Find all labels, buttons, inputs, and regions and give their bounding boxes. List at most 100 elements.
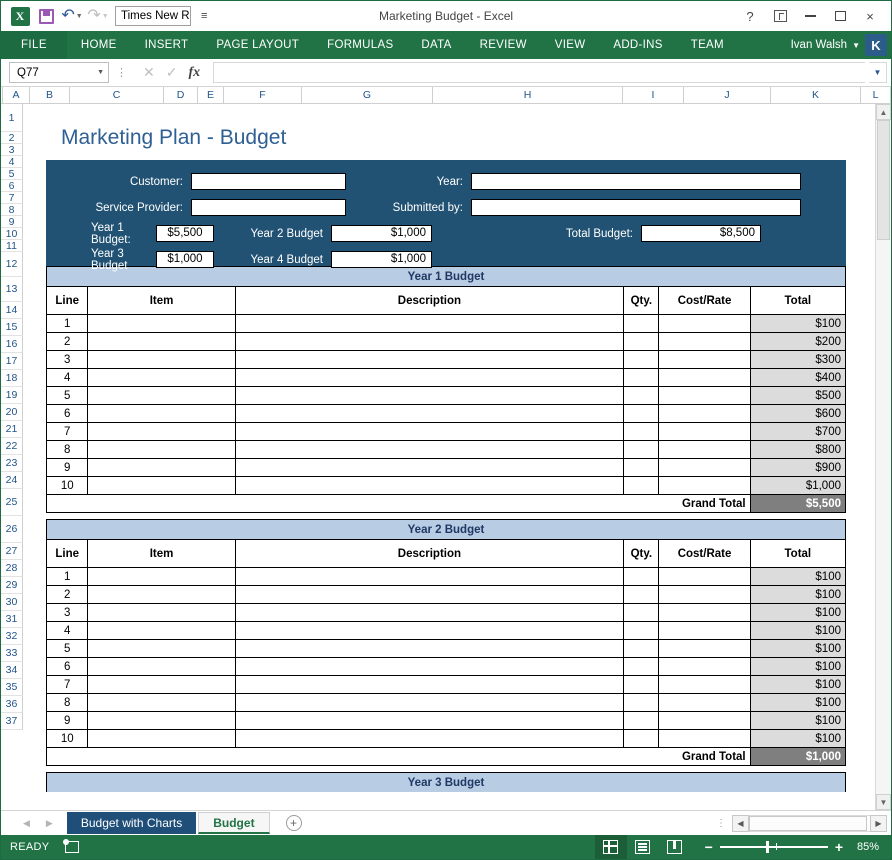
cell-description[interactable] bbox=[234, 621, 625, 640]
vertical-scroll-thumb[interactable] bbox=[877, 120, 890, 240]
service-provider-field[interactable] bbox=[191, 199, 346, 216]
row-header-5[interactable]: 5 bbox=[1, 168, 23, 180]
table-row[interactable]: 4 $100 bbox=[45, 621, 847, 640]
cell-line[interactable]: 6 bbox=[45, 404, 89, 423]
column-header-e[interactable]: E bbox=[198, 87, 224, 104]
cell-qty[interactable] bbox=[623, 332, 660, 351]
cell-item[interactable] bbox=[87, 314, 236, 333]
row-header-25[interactable]: 25 bbox=[1, 489, 23, 516]
cell-item[interactable] bbox=[87, 350, 236, 369]
table-row[interactable]: 5 $100 bbox=[45, 639, 847, 658]
cell-item[interactable] bbox=[87, 567, 236, 586]
cell-line[interactable]: 7 bbox=[45, 422, 89, 441]
row-header-2[interactable]: 2 bbox=[1, 132, 23, 144]
zoom-slider-thumb[interactable] bbox=[765, 841, 769, 854]
cell-cost-rate[interactable] bbox=[658, 476, 751, 495]
maximize-button[interactable] bbox=[825, 4, 855, 28]
cell-cost-rate[interactable] bbox=[658, 314, 751, 333]
cell-line[interactable]: 5 bbox=[45, 386, 89, 405]
column-header-j[interactable]: J bbox=[684, 87, 771, 104]
row-header-23[interactable]: 23 bbox=[1, 455, 23, 472]
horizontal-scroll-track[interactable] bbox=[749, 814, 870, 832]
table-row[interactable]: 10 $100 bbox=[45, 729, 847, 748]
row-header-29[interactable]: 29 bbox=[1, 577, 23, 594]
cell-item[interactable] bbox=[87, 693, 236, 712]
row-header-3[interactable]: 3 bbox=[1, 144, 23, 156]
confirm-icon[interactable]: ✓ bbox=[166, 64, 178, 81]
tab-add-ins[interactable]: ADD-INS bbox=[599, 31, 676, 59]
cell-total[interactable]: $100 bbox=[749, 567, 847, 586]
cell-cost-rate[interactable] bbox=[658, 350, 751, 369]
minimize-button[interactable] bbox=[795, 4, 825, 28]
column-header-g[interactable]: G bbox=[302, 87, 433, 104]
table-row[interactable]: 7 $100 bbox=[45, 675, 847, 694]
table-row[interactable]: 6 $100 bbox=[45, 657, 847, 676]
cell-total[interactable]: $100 bbox=[749, 711, 847, 730]
tab-data[interactable]: DATA bbox=[407, 31, 465, 59]
table-row[interactable]: 3 $300 bbox=[45, 350, 847, 369]
cell-cost-rate[interactable] bbox=[658, 639, 751, 658]
cell-cost-rate[interactable] bbox=[658, 675, 751, 694]
avatar[interactable]: K bbox=[865, 34, 887, 56]
cell-description[interactable] bbox=[234, 693, 625, 712]
cell-description[interactable] bbox=[234, 314, 625, 333]
cell-description[interactable] bbox=[234, 729, 625, 748]
column-header-c[interactable]: C bbox=[70, 87, 164, 104]
tab-view[interactable]: VIEW bbox=[541, 31, 600, 59]
row-header-27[interactable]: 27 bbox=[1, 543, 23, 560]
column-header-b[interactable]: B bbox=[30, 87, 70, 104]
cell-total[interactable]: $100 bbox=[749, 314, 847, 333]
cell-cost-rate[interactable] bbox=[658, 621, 751, 640]
row-header-10[interactable]: 10 bbox=[1, 228, 23, 240]
cell-qty[interactable] bbox=[623, 314, 660, 333]
cell-qty[interactable] bbox=[623, 585, 660, 604]
column-header-h[interactable]: H bbox=[433, 87, 623, 104]
column-header-d[interactable]: D bbox=[164, 87, 198, 104]
year2-budget-field[interactable]: $1,000 bbox=[331, 225, 432, 242]
column-header-i[interactable]: I bbox=[623, 87, 684, 104]
cell-cost-rate[interactable] bbox=[658, 404, 751, 423]
year1-budget-field[interactable]: $5,500 bbox=[156, 225, 214, 242]
cell-description[interactable] bbox=[234, 675, 625, 694]
cell-description[interactable] bbox=[234, 332, 625, 351]
row-header-31[interactable]: 31 bbox=[1, 611, 23, 628]
cell-line[interactable]: 9 bbox=[45, 458, 89, 477]
sheet-tab-budget[interactable]: Budget bbox=[198, 812, 270, 834]
cell-item[interactable] bbox=[87, 621, 236, 640]
cell-line[interactable]: 3 bbox=[45, 603, 89, 622]
cell-description[interactable] bbox=[234, 711, 625, 730]
table-row[interactable]: 8 $100 bbox=[45, 693, 847, 712]
cell-cost-rate[interactable] bbox=[658, 711, 751, 730]
row-header-32[interactable]: 32 bbox=[1, 628, 23, 645]
table-row[interactable]: 8 $800 bbox=[45, 440, 847, 459]
table-row[interactable]: 2 $100 bbox=[45, 585, 847, 604]
cell-item[interactable] bbox=[87, 675, 236, 694]
font-name-dropdown[interactable]: Times New R ▼ bbox=[115, 6, 191, 26]
row-header-16[interactable]: 16 bbox=[1, 336, 23, 353]
cell-qty[interactable] bbox=[623, 657, 660, 676]
cell-item[interactable] bbox=[87, 476, 236, 495]
row-header-19[interactable]: 19 bbox=[1, 387, 23, 404]
tab-insert[interactable]: INSERT bbox=[131, 31, 203, 59]
row-header-14[interactable]: 14 bbox=[1, 302, 23, 319]
scroll-up-icon[interactable]: ▲ bbox=[876, 104, 891, 120]
cell-qty[interactable] bbox=[623, 639, 660, 658]
cell-description[interactable] bbox=[234, 603, 625, 622]
cell-description[interactable] bbox=[234, 368, 625, 387]
cell-cost-rate[interactable] bbox=[658, 440, 751, 459]
cell-total[interactable]: $300 bbox=[749, 350, 847, 369]
cancel-icon[interactable]: ✕ bbox=[143, 64, 155, 81]
cell-cost-rate[interactable] bbox=[658, 368, 751, 387]
cell-item[interactable] bbox=[87, 440, 236, 459]
sheet-nav-arrows[interactable]: ◀ ▶ bbox=[1, 818, 67, 829]
column-header-f[interactable]: F bbox=[224, 87, 302, 104]
cell-description[interactable] bbox=[234, 404, 625, 423]
row-header-17[interactable]: 17 bbox=[1, 353, 23, 370]
cell-cost-rate[interactable] bbox=[658, 585, 751, 604]
table-row[interactable]: 7 $700 bbox=[45, 422, 847, 441]
select-all-corner[interactable] bbox=[1, 87, 3, 104]
cell-item[interactable] bbox=[87, 657, 236, 676]
cell-cost-rate[interactable] bbox=[658, 332, 751, 351]
cell-description[interactable] bbox=[234, 386, 625, 405]
row-header-28[interactable]: 28 bbox=[1, 560, 23, 577]
